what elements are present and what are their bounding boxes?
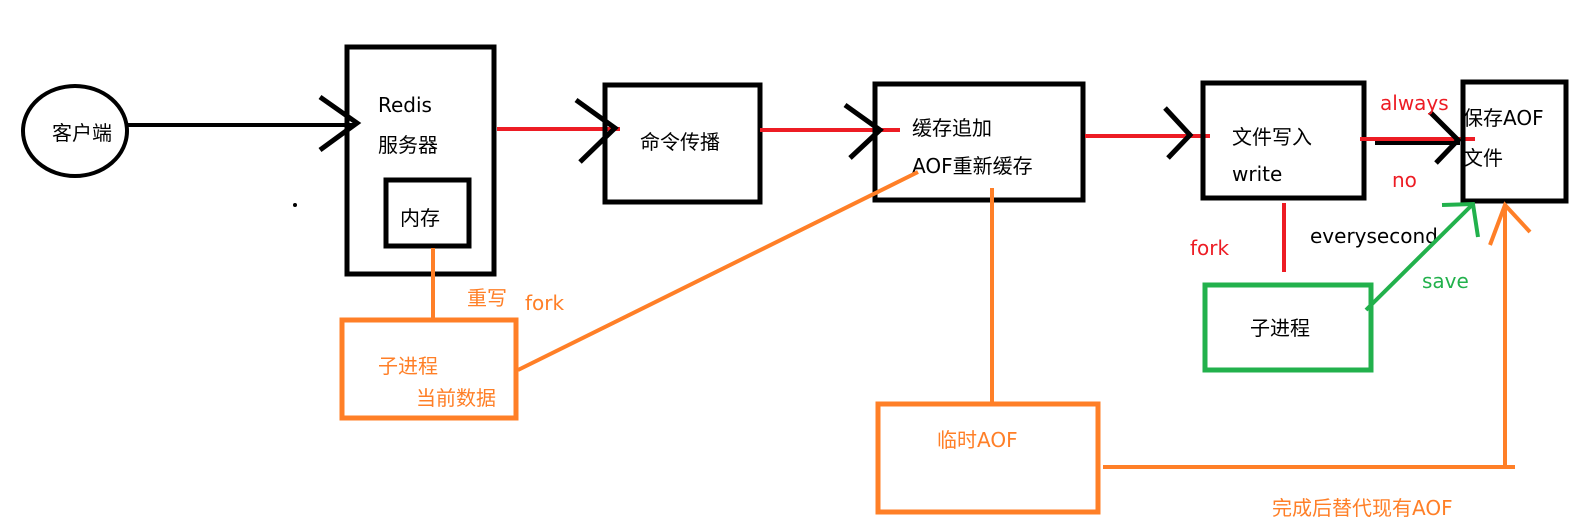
redis-label: Redis xyxy=(378,93,432,117)
everysecond-label: everysecond xyxy=(1310,224,1438,248)
buffer-node xyxy=(872,81,1086,203)
fork-red-label: fork xyxy=(1190,236,1230,260)
replace-label: 完成后替代现有AOF xyxy=(1272,496,1453,520)
save-arrow xyxy=(1364,202,1475,312)
arrowhead-icon xyxy=(1488,201,1532,246)
save-aof-node xyxy=(1460,79,1569,204)
arrowhead-icon xyxy=(1163,106,1194,160)
child-process-orange-label-2: 当前数据 xyxy=(416,386,496,410)
fork-orange-label: fork xyxy=(525,291,565,315)
always-label: always xyxy=(1380,91,1449,115)
client-label: 客户端 xyxy=(52,121,112,145)
buffer-label-2: AOF重新缓存 xyxy=(912,154,1033,178)
save-aof-label-1: 保存AOF xyxy=(1463,106,1544,130)
child-process-green-label: 子进程 xyxy=(1250,316,1310,340)
buffer-label-1: 缓存追加 xyxy=(912,116,992,140)
no-label: no xyxy=(1392,168,1417,192)
save-aof-label-2: 文件 xyxy=(1463,146,1503,170)
rewrite-label: 重写 xyxy=(467,286,507,310)
redis-server-node xyxy=(344,44,497,277)
file-write-label-1: 文件写入 xyxy=(1232,125,1312,149)
temp-aof-node xyxy=(875,401,1101,515)
child-process-orange-label-1: 子进程 xyxy=(378,354,438,378)
server-label: 服务器 xyxy=(378,133,438,157)
file-write-label-2: write xyxy=(1232,162,1282,186)
dot xyxy=(293,203,297,207)
memory-label: 内存 xyxy=(400,206,440,230)
save-label: save xyxy=(1422,269,1469,293)
aof-diagram: 客户端 Redis 服务器 内存 命令传播 缓存追加 AOF重新缓存 文件写入 … xyxy=(21,44,1569,520)
temp-aof-label: 临时AOF xyxy=(937,428,1018,452)
propagation-label: 命令传播 xyxy=(640,130,720,154)
